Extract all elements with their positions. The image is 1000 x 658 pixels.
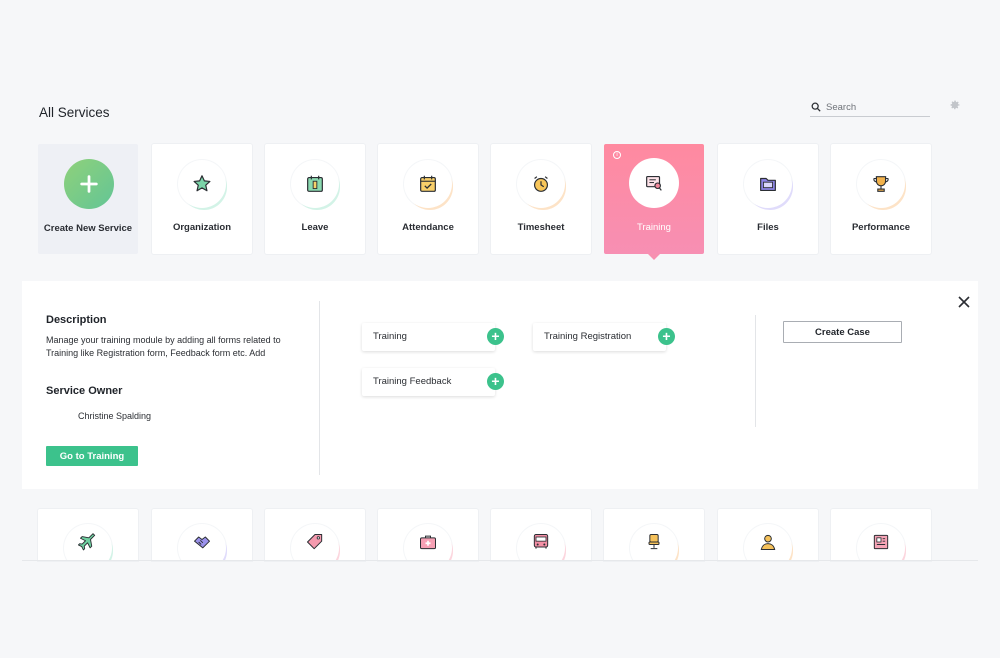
form-item-training-feedback[interactable]: Training Feedback + [362,368,504,396]
gear-icon[interactable] [949,99,961,111]
alarm-clock-icon [517,160,565,208]
employee-icon [744,524,792,561]
form-label: Training Feedback [373,376,452,387]
leave-icon [291,160,339,208]
divider [755,315,756,427]
divider [22,560,978,561]
add-form-icon[interactable]: + [487,328,504,345]
service-card[interactable] [378,509,478,561]
search-input[interactable] [826,101,926,113]
service-label: Organization [172,222,232,233]
service-label: Create New Service [43,223,133,234]
add-form-icon[interactable]: + [658,328,675,345]
plus-icon [64,159,114,209]
service-card-attendance[interactable]: Attendance [378,144,478,254]
close-icon[interactable] [957,295,971,309]
form-item-training[interactable]: Training + [362,323,504,351]
form-item-training-registration[interactable]: Training Registration + [533,323,675,351]
service-card-timesheet[interactable]: Timesheet [491,144,591,254]
folder-icon [744,160,792,208]
calendar-check-icon [404,160,452,208]
go-to-training-button[interactable]: Go to Training [46,446,138,466]
description-text: Manage your training module by adding al… [46,335,281,358]
service-card[interactable] [831,509,931,561]
service-card-organization[interactable]: Organization [152,144,252,254]
create-new-service-card[interactable]: Create New Service [38,144,138,254]
info-icon[interactable]: i [613,151,621,159]
service-label: Performance [851,222,911,233]
medical-kit-icon [404,524,452,561]
handshake-icon [178,524,226,561]
service-label: Training [637,222,671,233]
search-icon [811,102,821,112]
add-form-icon[interactable]: + [487,373,504,390]
training-icon [629,158,679,208]
service-card[interactable] [718,509,818,561]
tag-icon [291,524,339,561]
description-heading: Description [46,314,107,326]
service-detail-panel: Description Manage your training module … [22,281,978,489]
service-card-leave[interactable]: Leave [265,144,365,254]
service-label: Files [757,222,779,233]
service-card-training[interactable]: i Training [604,144,704,260]
airplane-icon [64,524,112,561]
service-label: Attendance [402,222,454,233]
search-box[interactable] [810,98,930,117]
form-label: Training Registration [544,331,632,342]
bus-icon [517,524,565,561]
service-card[interactable] [604,509,704,561]
service-card[interactable] [265,509,365,561]
trophy-icon [857,160,905,208]
star-icon [178,160,226,208]
service-label: Leave [301,222,329,233]
service-card[interactable] [38,509,138,561]
newspaper-icon [857,524,905,561]
selection-pointer [648,254,660,260]
service-card[interactable] [152,509,252,561]
service-owner-heading: Service Owner [46,385,123,397]
create-case-button[interactable]: Create Case [783,321,902,343]
divider [319,301,320,475]
service-card-performance[interactable]: Performance [831,144,931,254]
office-chair-icon [630,524,678,561]
service-label: Timesheet [517,222,565,233]
service-owner-name: Christine Spalding [78,411,152,421]
service-card-files[interactable]: Files [718,144,818,254]
service-card[interactable] [491,509,591,561]
page-title: All Services [39,105,110,120]
form-label: Training [373,331,407,342]
